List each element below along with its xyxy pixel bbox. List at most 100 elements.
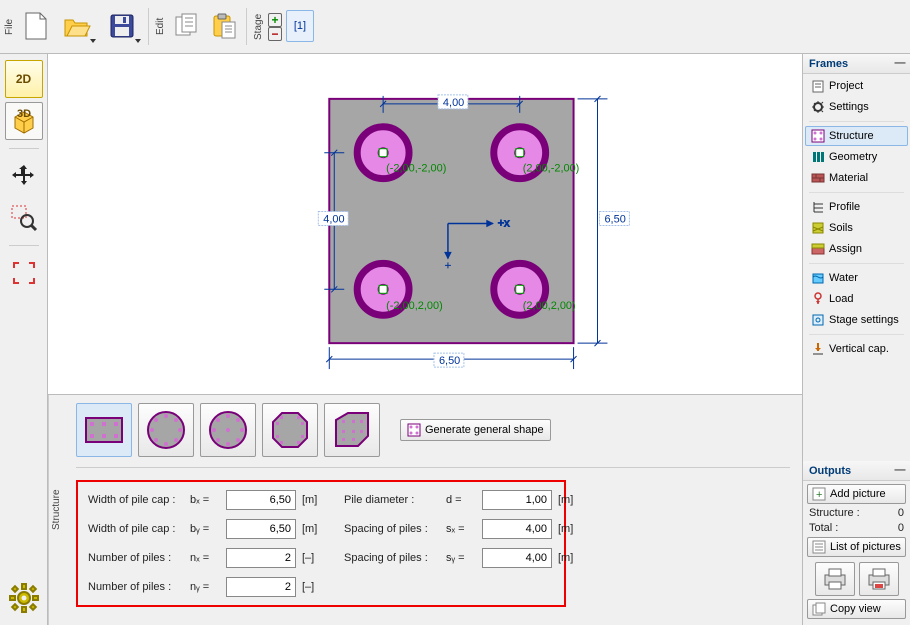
nav-item-material[interactable]: Material <box>805 168 908 188</box>
input-by[interactable] <box>226 519 296 539</box>
bottom-panel: Structure <box>48 395 802 625</box>
svg-text:+: + <box>816 489 822 501</box>
zoom-select-icon <box>10 204 38 232</box>
add-picture-button[interactable]: + Add picture <box>807 484 906 504</box>
generate-shape-button[interactable]: Generate general shape <box>400 419 551 441</box>
label-sx: Spacing of piles : <box>344 523 440 535</box>
nav-item-project[interactable]: Project <box>805 76 908 96</box>
stage-tab-1[interactable]: [1] <box>286 10 314 42</box>
nav-item-label: Stage settings <box>829 314 899 326</box>
nav-separator <box>809 121 904 122</box>
label-by: Width of pile cap : <box>88 523 184 535</box>
nav-item-label: Geometry <box>829 151 877 163</box>
bottom-panel-content: Generate general shape Width of pile cap… <box>64 395 802 625</box>
nav-item-label: Settings <box>829 101 869 113</box>
nav-item-vertcap[interactable]: Vertical cap. <box>805 339 908 359</box>
svg-text:4,00: 4,00 <box>443 97 464 109</box>
sym-nx: nₓ = <box>190 552 220 564</box>
unit-sy: [m] <box>558 552 578 564</box>
open-folder-icon <box>63 14 91 38</box>
open-file-button[interactable] <box>55 4 99 48</box>
nav-item-geometry[interactable]: Geometry <box>805 147 908 167</box>
copy-view-label: Copy view <box>830 603 881 615</box>
toolbar-separator <box>148 8 149 45</box>
left-toolstrip: 2D 3D <box>0 54 48 625</box>
shape-circle-many-button[interactable] <box>138 403 194 457</box>
nav-item-soils[interactable]: Soils <box>805 218 908 238</box>
input-row-sy: Spacing of piles : sᵧ = [m] <box>344 548 578 568</box>
outputs-total-row: Total : 0 <box>807 522 906 534</box>
stage-add-button[interactable]: + <box>268 13 282 27</box>
input-row-bx: Width of pile cap : bₓ = [m] <box>88 490 322 510</box>
frames-panel-body: Project Settings Structure Geometry Material… <box>803 74 910 365</box>
unit-by: [m] <box>302 523 322 535</box>
svg-text:3D: 3D <box>17 108 31 120</box>
view-3d-button[interactable]: 3D <box>5 102 43 140</box>
input-bx[interactable] <box>226 490 296 510</box>
shape-circle-icon <box>144 408 188 452</box>
zoom-window-button[interactable] <box>5 199 43 237</box>
vertcap-icon <box>810 342 825 357</box>
printer-picture-icon <box>866 567 892 591</box>
copy-icon <box>173 12 201 40</box>
stage-group-label: Stage <box>251 4 266 49</box>
nav-item-stagesettings[interactable]: Stage settings <box>805 310 908 330</box>
shape-octagon-button[interactable] <box>262 403 318 457</box>
print-button[interactable] <box>815 562 855 596</box>
nav-item-label: Structure <box>829 130 874 142</box>
input-nx[interactable] <box>226 548 296 568</box>
edit-group-label: Edit <box>153 4 168 49</box>
bottom-panel-tab[interactable]: Structure <box>48 395 64 625</box>
settings-gear-button[interactable] <box>5 577 43 619</box>
save-file-button[interactable] <box>100 4 144 48</box>
view-2d-button[interactable]: 2D <box>5 60 43 98</box>
shape-rect-grid-button[interactable] <box>76 403 132 457</box>
printer-icon <box>822 567 848 591</box>
nav-item-label: Load <box>829 293 853 305</box>
drawing-canvas[interactable]: (-2,00,-2,00) (2,00,-2,00) (-2,00,2,00) <box>48 54 802 395</box>
nav-item-settings[interactable]: Settings <box>805 97 908 117</box>
outputs-minimize-button[interactable]: — <box>894 464 906 476</box>
print-picture-button[interactable] <box>859 562 899 596</box>
generate-shape-icon <box>407 423 421 437</box>
outputs-structure-label: Structure : <box>809 507 860 519</box>
top-toolbar: File Edit Stage + − [1] <box>0 0 910 54</box>
new-file-button[interactable] <box>18 4 54 48</box>
svg-text:(2,00,-2,00): (2,00,-2,00) <box>523 163 580 175</box>
svg-text:+x: +x <box>498 217 510 229</box>
copy-view-button[interactable]: Copy view <box>807 599 906 619</box>
stage-controls: + − <box>267 4 283 49</box>
unit-d: [m] <box>558 494 578 506</box>
shape-selector-row: Generate general shape <box>76 403 790 457</box>
nav-item-load[interactable]: Load <box>805 289 908 309</box>
label-nx: Number of piles : <box>88 552 184 564</box>
separator <box>9 245 39 246</box>
list-pictures-button[interactable]: List of pictures <box>807 537 906 557</box>
nav-item-profile[interactable]: Profile <box>805 197 908 217</box>
stage-remove-button[interactable]: − <box>268 27 282 41</box>
input-d[interactable] <box>482 490 552 510</box>
zoom-extents-button[interactable] <box>5 254 43 292</box>
pan-tool-button[interactable] <box>5 157 43 195</box>
copy-view-icon <box>812 602 826 616</box>
new-file-icon <box>23 11 49 41</box>
paste-button[interactable] <box>206 4 242 48</box>
add-picture-icon: + <box>812 487 826 501</box>
nav-item-water[interactable]: Water <box>805 268 908 288</box>
separator <box>9 148 39 149</box>
nav-item-structure[interactable]: Structure <box>805 126 908 146</box>
shape-circle-center-button[interactable] <box>200 403 256 457</box>
frames-minimize-button[interactable]: — <box>894 57 906 69</box>
label-sy: Spacing of piles : <box>344 552 440 564</box>
input-row-ny: Number of piles : nᵧ = [–] <box>88 577 322 597</box>
input-ny[interactable] <box>226 577 296 597</box>
copy-button[interactable] <box>169 4 205 48</box>
nav-item-assign[interactable]: Assign <box>805 239 908 259</box>
frames-title: Frames <box>809 58 848 70</box>
print-buttons-row <box>807 562 906 596</box>
outputs-panel-body: + Add picture Structure : 0 Total : 0 Li… <box>803 481 910 625</box>
input-sx[interactable] <box>482 519 552 539</box>
nav-item-label: Vertical cap. <box>829 343 889 355</box>
input-sy[interactable] <box>482 548 552 568</box>
shape-irregular-button[interactable] <box>324 403 380 457</box>
